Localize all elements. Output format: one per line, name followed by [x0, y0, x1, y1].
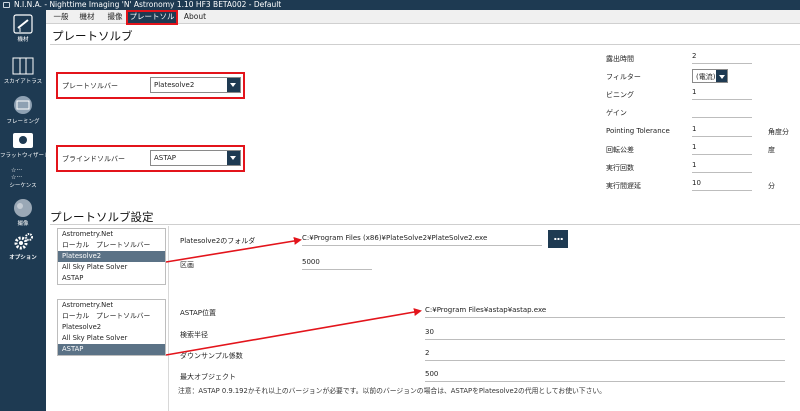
annotation-arrows	[165, 237, 422, 356]
arrow-to-astap-location	[165, 308, 422, 356]
arrow-to-ps2-folder	[165, 237, 302, 263]
